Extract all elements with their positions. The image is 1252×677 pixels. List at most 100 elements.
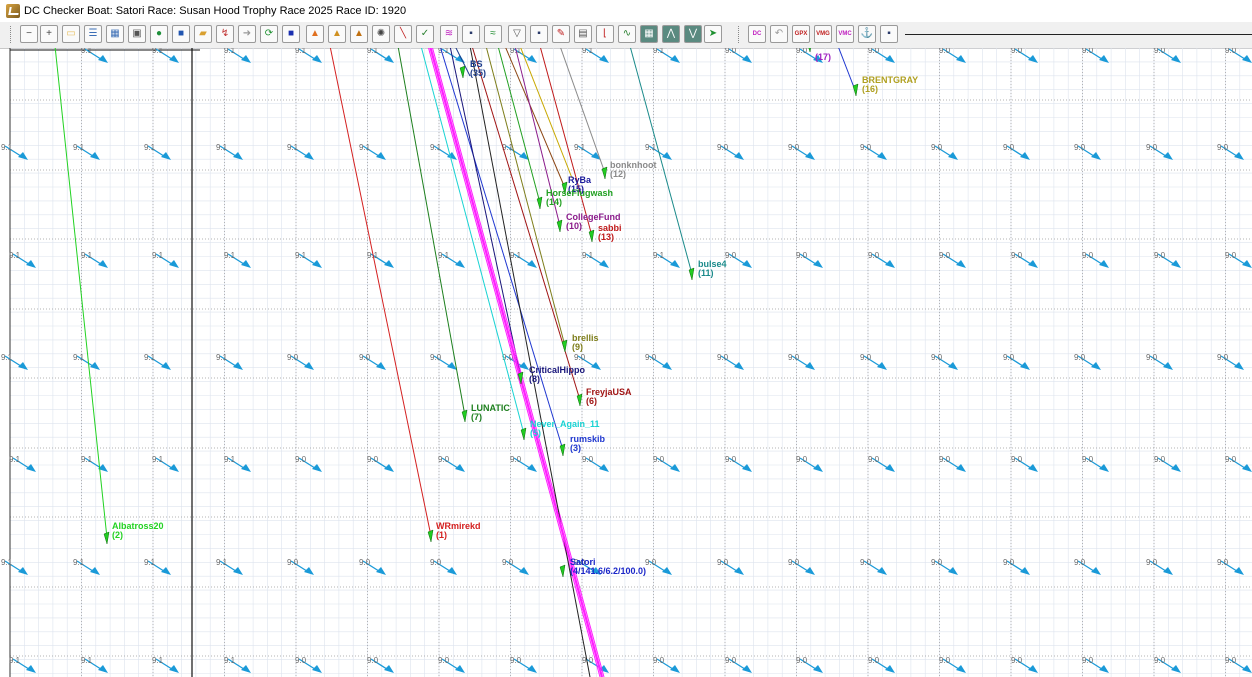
wind-speed-label: 9.0 [931, 353, 943, 362]
vmg-button[interactable]: VMG [814, 25, 832, 43]
map-layer-button[interactable]: ▣ [128, 25, 146, 43]
wind-arrow-head [161, 152, 171, 160]
wind-speed-label: 9.0 [1011, 251, 1023, 260]
boat-track [469, 48, 591, 677]
save-alt-button[interactable]: ▪ [530, 25, 548, 43]
refresh-icon: ⟳ [264, 28, 274, 39]
pencil-button[interactable]: ✎ [552, 25, 570, 43]
boat-marker[interactable]: Albatross20(2) [103, 521, 164, 545]
wind-arrow-head [90, 362, 100, 370]
wind-speed-label: 9.0 [931, 558, 943, 567]
wind-arrow: 9.0 [510, 455, 537, 472]
open-folder-button[interactable]: ▰ [194, 25, 212, 43]
folder-light-button[interactable]: ▭ [62, 25, 80, 43]
helm-button[interactable]: ✺ [372, 25, 390, 43]
wind-speed-label: 9.1 [574, 143, 586, 152]
table-button[interactable]: ▦ [106, 25, 124, 43]
wind-arrow-head [376, 567, 386, 575]
boat-rank-label: (5) [530, 428, 541, 438]
warning-button[interactable]: ▲ [306, 25, 324, 43]
boat-track [505, 48, 566, 189]
boat-marker[interactable]: CriticalHippo(8) [517, 365, 586, 385]
line-tool-button[interactable]: ↯ [216, 25, 234, 43]
boat-marker[interactable]: LUNATIC(7) [461, 403, 510, 423]
wind-speed-label: 9.1 [144, 558, 156, 567]
refresh-button[interactable]: ⟳ [260, 25, 278, 43]
save-button[interactable]: ▪ [462, 25, 480, 43]
stop-button[interactable]: ■ [282, 25, 300, 43]
pen-button[interactable]: ╲ [394, 25, 412, 43]
wind-speed-label: 9.0 [868, 251, 880, 260]
arrow-right-button[interactable]: ➜ [238, 25, 256, 43]
boat-icon: ⌊ [603, 28, 607, 39]
wind-arrow: 9.0 [1003, 558, 1030, 575]
boat-rank-label: (4/141.6/6.2/100.0) [570, 566, 646, 576]
boat-button[interactable]: ⌊ [596, 25, 614, 43]
warning-a-button[interactable]: ▲ [328, 25, 346, 43]
route-button[interactable]: ≈ [484, 25, 502, 43]
boat-marker[interactable]: Satori(4/141.6/6.2/100.0) [559, 557, 646, 578]
wind-speed-label: 9.1 [645, 143, 657, 152]
wind-arrow: 9.1 [438, 48, 465, 63]
wind-speed-label: 9.1 [216, 143, 228, 152]
warning-b-button[interactable]: ▲ [350, 25, 368, 43]
wind-speed-label: 9.0 [1154, 656, 1166, 665]
wind-speed-label: 9.1 [1, 558, 13, 567]
wave-button[interactable]: ∿ [618, 25, 636, 43]
boat-icon [556, 219, 563, 233]
wind-arrow-head [948, 567, 958, 575]
vmc-button[interactable]: VMC [836, 25, 854, 43]
wind-speed-label: 9.0 [725, 48, 737, 55]
globe-button[interactable]: ● [150, 25, 168, 43]
wind-arrow-head [26, 260, 36, 268]
zoom-out-button[interactable]: − [20, 25, 38, 43]
chart-alt-button[interactable]: ⋁ [684, 25, 702, 43]
boat-marker[interactable]: BRENTGRAY(16) [852, 75, 918, 97]
race-map[interactable]: 9.1 9.1 9.1 9.1 9.1 9.1 9.1 9.1 9.1 9.0 9.0 9.0 9.0 9… [0, 48, 1252, 677]
funnel-button[interactable]: ▽ [508, 25, 526, 43]
dc-button[interactable]: DC [748, 25, 766, 43]
gpx-button[interactable]: GPX [792, 25, 810, 43]
save-final-button[interactable]: ▪ [880, 25, 898, 43]
wind-speed-label: 9.1 [73, 143, 85, 152]
gpx-icon: GPX [794, 31, 808, 37]
list-button[interactable]: ☰ [84, 25, 102, 43]
wind-speed-label: 9.1 [295, 48, 307, 55]
boat-marker[interactable]: WRmirekd(1) [427, 521, 481, 543]
info-button[interactable]: ≋ [440, 25, 458, 43]
warning-icon: ▲ [310, 28, 320, 39]
chart-button[interactable]: ⋀ [662, 25, 680, 43]
wind-speed-label: 9.0 [645, 353, 657, 362]
wind-arrow-head [956, 260, 966, 268]
wind-speed-label: 9.0 [359, 558, 371, 567]
wind-arrow-head [956, 665, 966, 673]
wind-speed-label: 9.1 [144, 143, 156, 152]
wind-arrow: 9.0 [868, 656, 895, 673]
map-canvas[interactable]: 9.1 9.1 9.1 9.1 9.1 9.1 9.1 9.1 9.1 9.0 9.0 9.0 9.0 9… [0, 48, 1252, 677]
check-button[interactable]: ✓ [416, 25, 434, 43]
wind-arrow: 9.0 [653, 656, 680, 673]
boat-rank-label: (11) [698, 268, 714, 278]
wind-speed-label: 9.0 [1074, 558, 1086, 567]
wind-speed-label: 9.0 [367, 455, 379, 464]
boat-marker[interactable]: bonknhoot(12) [601, 160, 657, 180]
boat-marker[interactable]: bulse4(11) [688, 259, 727, 281]
wind-arrow-head [1242, 665, 1252, 673]
fish-button[interactable]: ⚓ [858, 25, 876, 43]
box-button[interactable]: ▤ [574, 25, 592, 43]
wind-speed-label: 9.0 [939, 251, 951, 260]
zoom-in-button[interactable]: + [40, 25, 58, 43]
wind-speed-label: 9.1 [81, 656, 93, 665]
boat-icon [459, 65, 466, 79]
blue-square-button[interactable]: ■ [172, 25, 190, 43]
wind-speed-label: 9.0 [653, 455, 665, 464]
go-button[interactable]: ➤ [704, 25, 722, 43]
vmc-icon: VMC [838, 31, 852, 37]
boat-marker[interactable]: FreyjaUSA(6) [576, 387, 632, 407]
undo-button[interactable]: ↶ [770, 25, 788, 43]
wind-speed-label: 9.0 [1003, 558, 1015, 567]
wind-arrow: 9.1 [9, 656, 36, 673]
grid-button[interactable]: ▦ [640, 25, 658, 43]
boat-marker[interactable]: HorseFlugwash(14) [536, 188, 613, 210]
wind-arrow: 9.0 [725, 455, 752, 472]
